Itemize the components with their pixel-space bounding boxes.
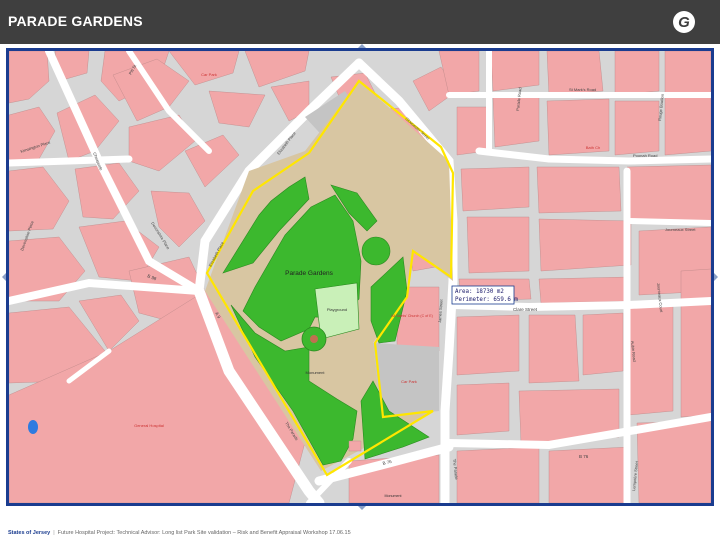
measurement-callout: Area: 18730 m2 Perimeter: 659.6 m xyxy=(451,285,518,305)
building xyxy=(490,51,540,92)
building xyxy=(456,314,520,376)
area-label: Area: 18730 m2 xyxy=(455,289,504,295)
park-label: Parade Gardens xyxy=(285,270,333,277)
building xyxy=(636,420,711,503)
footer-org: States of Jersey xyxy=(8,530,51,536)
car-park-label: Car Park xyxy=(401,379,417,384)
playground-label: Playground xyxy=(327,307,347,312)
small-building-in-park xyxy=(348,440,362,452)
map[interactable]: Parade Gardens Playground Monument Car P… xyxy=(9,51,711,503)
building xyxy=(456,106,488,156)
street-b76-east: B 76 xyxy=(579,454,589,459)
building xyxy=(466,216,530,274)
building xyxy=(538,218,632,272)
church-label: All Saints' Church (C of E) xyxy=(391,314,433,318)
gardiner-logo-icon: G xyxy=(673,11,695,33)
street-journeaux-street: Journeaux Street xyxy=(665,227,696,232)
street-clare: Clare Street xyxy=(513,307,538,312)
building xyxy=(456,382,510,436)
building xyxy=(582,312,624,376)
building xyxy=(528,314,580,384)
perimeter-label: Perimeter: 659.6 m xyxy=(455,297,518,303)
building xyxy=(614,100,660,156)
monument-label: Monument xyxy=(306,370,326,375)
monument-center xyxy=(310,335,318,343)
building xyxy=(548,446,630,503)
building xyxy=(626,164,711,224)
footer-separator: | xyxy=(53,530,55,536)
footer-text: Future Hospital Project: Technical Advis… xyxy=(57,530,351,536)
building xyxy=(614,51,660,96)
bath-label: Bath Ch xyxy=(586,145,600,150)
car-park-label-north: Car Park xyxy=(201,72,217,77)
pan-down-marker xyxy=(358,506,366,510)
lawn-roundel xyxy=(361,236,391,266)
building xyxy=(680,268,711,418)
road-west xyxy=(9,155,133,167)
pond xyxy=(28,420,38,434)
map-frame: Parade Gardens Playground Monument Car P… xyxy=(6,48,714,506)
building xyxy=(538,276,630,304)
building xyxy=(456,446,540,503)
road-journeaux xyxy=(626,218,711,226)
building xyxy=(664,51,711,156)
page-title: PARADE GARDENS xyxy=(8,13,143,29)
footer: States of Jersey | Future Hospital Project… xyxy=(8,530,351,536)
header-bar: PARADE GARDENS G xyxy=(0,0,720,44)
monument-south-label: Monument xyxy=(385,494,402,498)
hospital-label: General Hospital xyxy=(134,423,164,428)
street-st-marks: St Mark's Road xyxy=(569,87,596,92)
street-poonah: Poonah Road xyxy=(633,153,657,158)
building xyxy=(460,166,530,212)
pan-right-marker xyxy=(714,273,718,281)
logo-letter: G xyxy=(678,14,690,31)
building xyxy=(536,166,622,214)
